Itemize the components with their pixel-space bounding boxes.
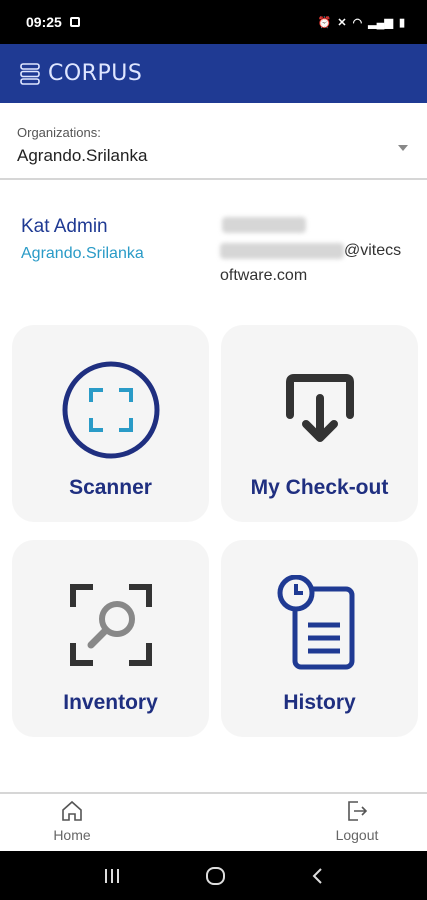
nav-logout[interactable]: Logout xyxy=(317,800,397,843)
app-header: CORPUS xyxy=(0,44,427,103)
user-name: Kat Admin xyxy=(21,216,108,237)
redacted-phone xyxy=(222,217,306,233)
status-bar: 09:25 ⏰ ✕ ◠ ▂▄▆ ▮ xyxy=(0,0,427,44)
gallery-icon xyxy=(69,17,80,27)
chevron-down-icon xyxy=(398,145,408,151)
user-info: Kat Admin Agrando.Srilanka @vitecs oftwa… xyxy=(0,180,427,320)
nav-logout-label: Logout xyxy=(335,827,379,843)
nav-home-label: Home xyxy=(53,827,91,843)
bottom-navigation: Home Logout xyxy=(0,792,427,851)
organization-label: Organizations: xyxy=(17,125,101,140)
status-icons: ⏰ ✕ ◠ ▂▄▆ ▮ xyxy=(318,16,405,29)
home-button-icon[interactable] xyxy=(205,866,227,886)
system-navigation xyxy=(0,851,427,900)
tile-my-checkout[interactable]: My Check-out xyxy=(221,325,418,522)
logout-icon xyxy=(348,801,368,821)
tile-my-checkout-label: My Check-out xyxy=(250,476,389,499)
tile-history[interactable]: History xyxy=(221,540,418,737)
clock-document-icon xyxy=(277,575,354,670)
tile-inventory[interactable]: Inventory xyxy=(12,540,209,737)
organization-select[interactable]: Organizations: Agrando.Srilanka xyxy=(0,103,427,180)
download-tray-icon xyxy=(285,374,354,442)
nav-home[interactable]: Home xyxy=(32,800,112,843)
tile-inventory-label: Inventory xyxy=(63,691,158,714)
tile-scanner-label: Scanner xyxy=(69,476,152,499)
organization-value: Agrando.Srilanka xyxy=(17,146,148,165)
magnifier-frame-icon xyxy=(69,584,152,666)
user-organization: Agrando.Srilanka xyxy=(21,245,144,262)
home-icon xyxy=(62,800,82,821)
alarm-icon: ⏰ xyxy=(317,16,332,29)
wifi-icon: ◠ xyxy=(352,16,363,29)
signal-icon: ▂▄▆ xyxy=(368,16,393,29)
redacted-email xyxy=(220,243,344,259)
email-tail: @vitecs xyxy=(344,242,402,259)
recent-apps-icon[interactable] xyxy=(102,867,122,885)
back-icon[interactable] xyxy=(310,867,326,885)
app-title: CORPUS xyxy=(48,61,143,86)
corpus-logo-icon xyxy=(20,62,40,85)
tile-history-label: History xyxy=(283,691,356,714)
email-tail-continued: oftware.com xyxy=(220,267,308,284)
scan-icon xyxy=(62,361,159,459)
battery-icon: ▮ xyxy=(398,16,405,29)
tile-scanner[interactable]: Scanner xyxy=(12,325,209,522)
status-time: 09:25 xyxy=(26,14,62,30)
mute-icon: ✕ xyxy=(337,16,347,29)
